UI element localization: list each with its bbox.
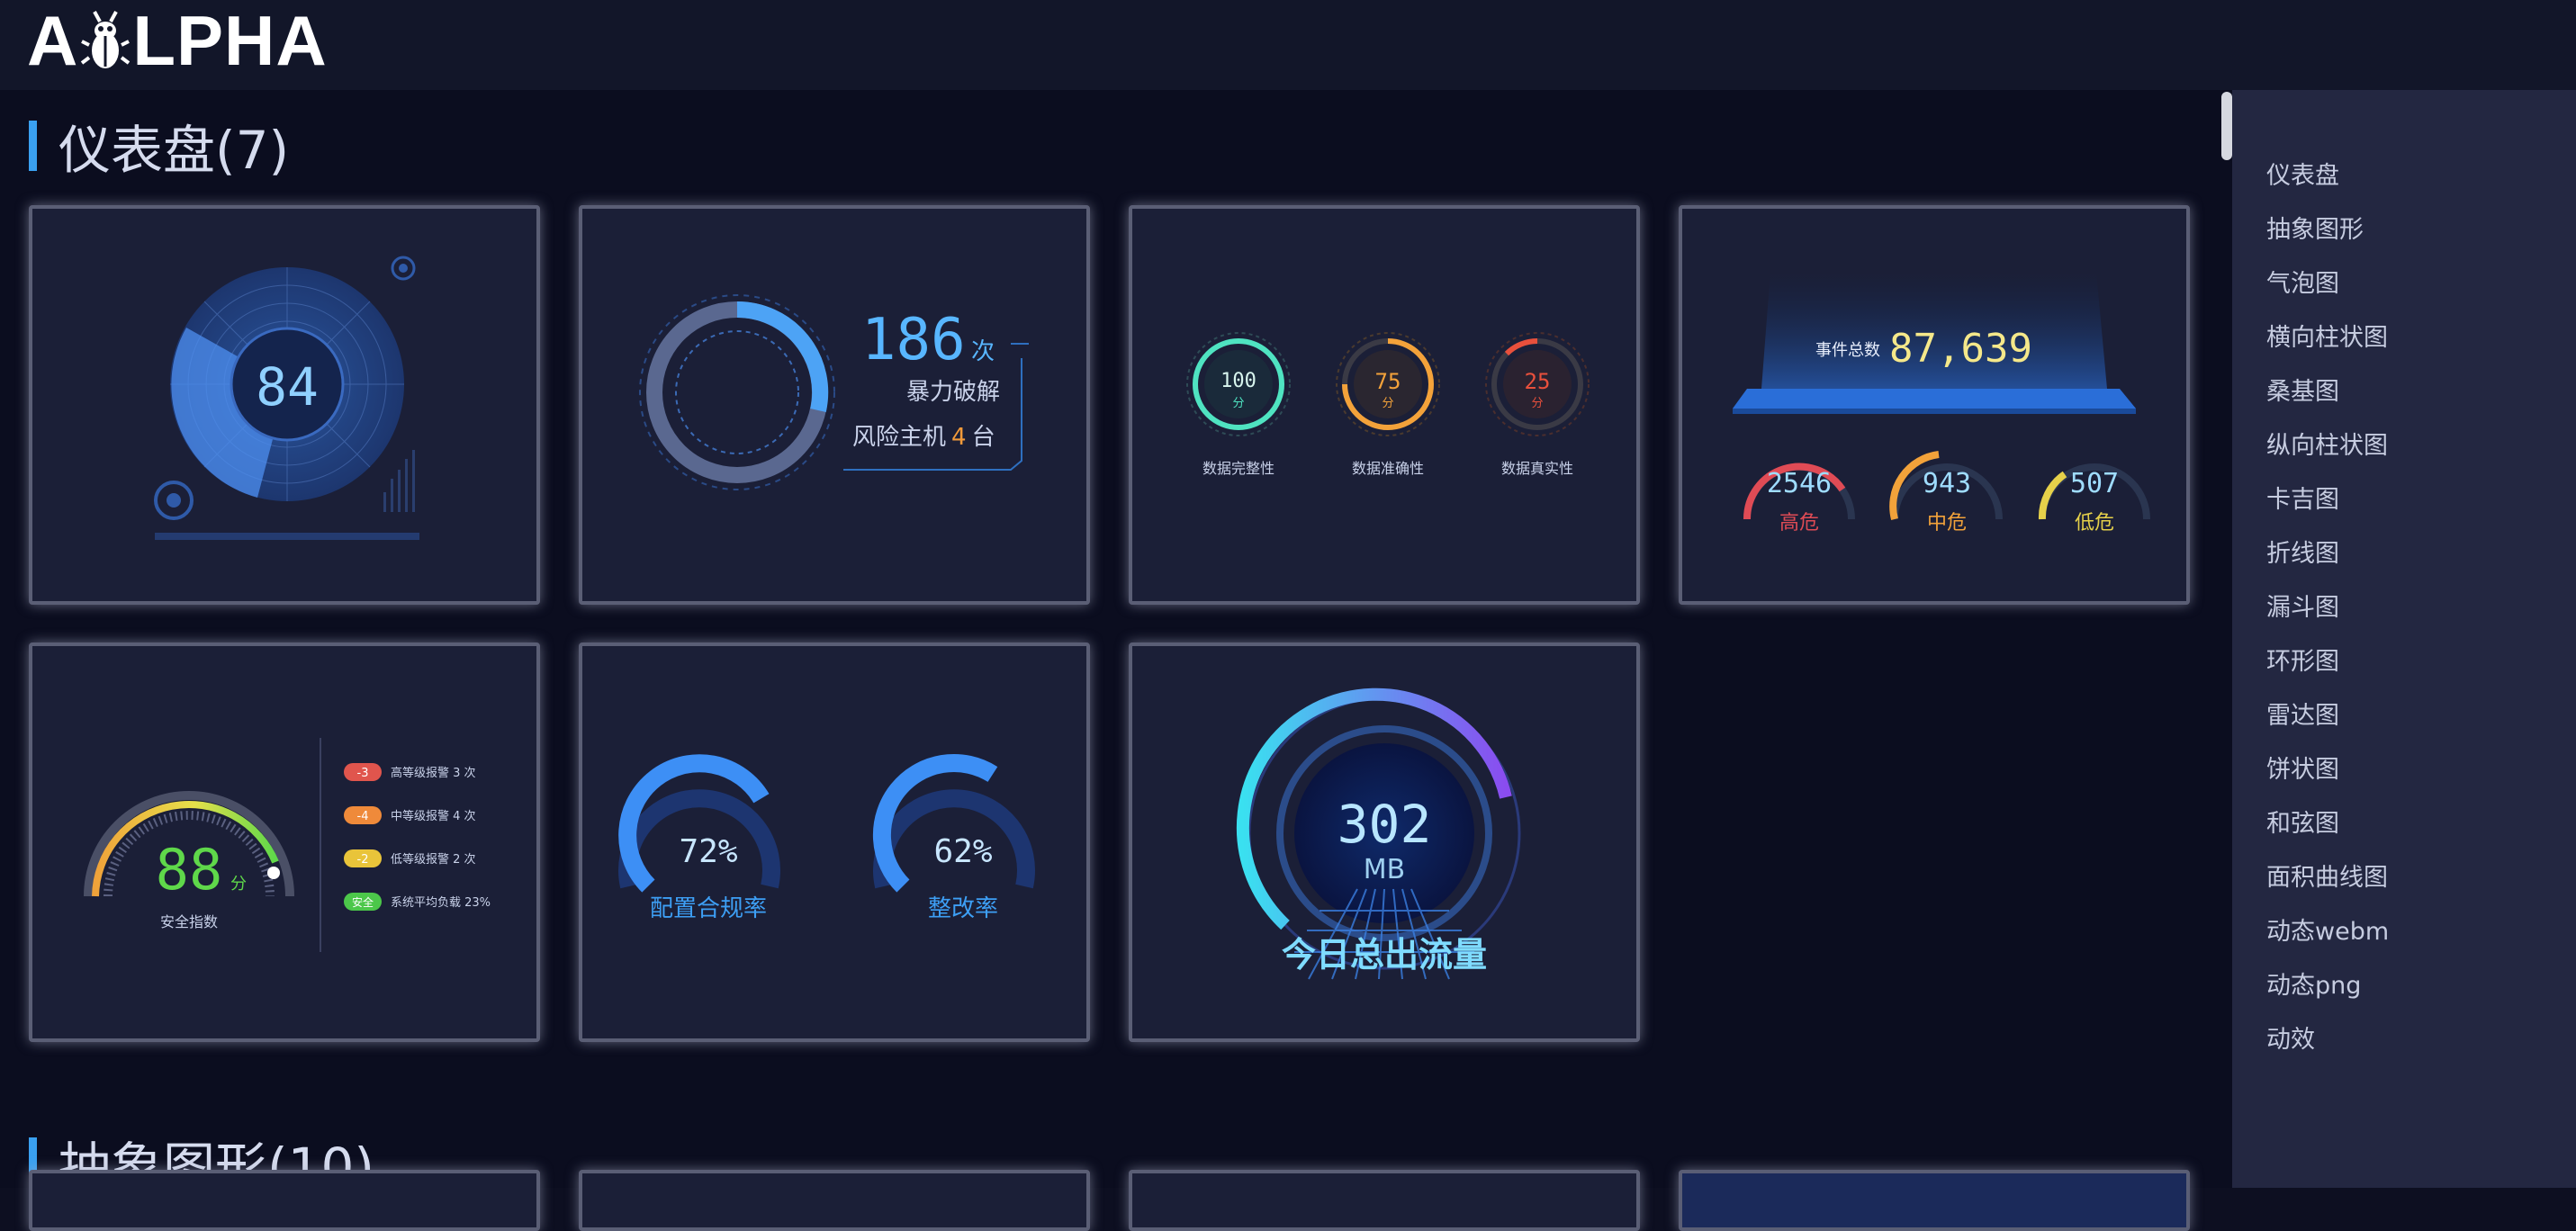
traffic-label: 今日总出流量 [1282, 935, 1487, 975]
svg-text:分: 分 [1531, 397, 1543, 410]
card-abstract-1[interactable] [29, 1170, 540, 1231]
sidebar-item[interactable]: 面积曲线图 [2266, 855, 2389, 909]
gauge-rectification: 62% 整改率 [872, 753, 1035, 922]
brute-force-unit: 次 [971, 338, 995, 365]
sidebar-item[interactable]: 动态png [2266, 963, 2389, 1017]
risk-host-prefix: 风险主机 [852, 424, 946, 451]
card-abstract-4[interactable] [1679, 1170, 2190, 1231]
card-brute-force[interactable]: 186 次 暴力破解 风险主机 4 台 [579, 205, 1090, 605]
sidebar-nav: 仪表盘 抽象图形 气泡图 横向柱状图 桑基图 纵向柱状图 卡吉图 折线图 漏斗图 环形图 雷达图 饼状… [2232, 90, 2576, 1188]
event-total-label: 事件总数 [1815, 341, 1880, 360]
svg-text:分: 分 [1382, 397, 1393, 410]
sidebar-item[interactable]: 动效 [2266, 1017, 2389, 1071]
event-total-value: 87,639 [1889, 326, 2032, 372]
sidebar-item[interactable]: 桑基图 [2266, 369, 2389, 423]
svg-text:高危: 高危 [1779, 512, 1819, 535]
svg-text:507: 507 [2070, 468, 2119, 499]
event-total-graphic: 事件总数 87,639 2546 高危 943 中危 507 低危 [1733, 272, 2150, 535]
svg-text:2546: 2546 [1767, 468, 1832, 499]
sidebar-item[interactable]: 气泡图 [2266, 261, 2389, 315]
card-compliance-rate[interactable]: 72% 配置合规率 62% 整改率 [579, 642, 1090, 1042]
risk-host-suffix: 台 [972, 424, 995, 451]
risk-host-count: 4 [951, 424, 967, 451]
svg-text:中等级报警 4 次: 中等级报警 4 次 [391, 809, 476, 823]
gauge-low-risk: 507 低危 [2038, 463, 2150, 535]
sidebar-list: 仪表盘 抽象图形 气泡图 横向柱状图 桑基图 纵向柱状图 卡吉图 折线图 漏斗图 环形图 雷达图 饼状… [2266, 153, 2389, 1071]
brute-force-count: 186 [861, 307, 966, 373]
svg-text:数据完整性: 数据完整性 [1202, 460, 1274, 477]
sidebar-item[interactable]: 环形图 [2266, 639, 2389, 693]
svg-text:整改率: 整改率 [928, 895, 998, 922]
card-event-total[interactable]: 事件总数 87,639 2546 高危 943 中危 507 低危 [1679, 205, 2190, 605]
svg-text:低等级报警 2 次: 低等级报警 2 次 [391, 852, 476, 867]
card-data-quality[interactable]: 100 分 数据完整性 75 分 数据准确性 25 分 数据真实性 [1129, 205, 1640, 605]
main-content: 仪表盘(7) 84 186 次 暴力破解 风险主机 4 台 100 分 数据完整… [0, 90, 2232, 1231]
svg-text:-2: -2 [357, 853, 369, 867]
security-score: 88 [156, 837, 223, 903]
card-abstract-3[interactable] [1129, 1170, 1640, 1231]
svg-text:配置合规率: 配置合规率 [650, 895, 767, 922]
traffic-graphic: 302 MB 今日总出流量 [1236, 687, 1521, 980]
security-index-graphic: 88 分 安全指数 -3 高等级报警 3 次 -4 中等级报警 4 次 -2 低… [84, 738, 491, 952]
gauge-integrity: 100 分 数据完整性 [1186, 332, 1291, 477]
logo-text: LPHA [132, 1, 328, 80]
svg-text:25: 25 [1525, 369, 1551, 394]
brute-force-label: 暴力破解 [906, 379, 1000, 406]
svg-text:系统平均负载 23%: 系统平均负载 23% [391, 896, 491, 910]
logo[interactable]: A LPHA [27, 2, 328, 79]
svg-text:62%: 62% [933, 833, 992, 870]
svg-text:72%: 72% [679, 833, 737, 870]
gauge-compliance: 72% 配置合规率 [618, 754, 780, 922]
sidebar-item[interactable]: 饼状图 [2266, 747, 2389, 801]
alert-list: -3 高等级报警 3 次 -4 中等级报警 4 次 -2 低等级报警 2 次 安… [344, 763, 491, 911]
svg-text:中危: 中危 [1927, 512, 1967, 535]
card-gauge-84[interactable]: 84 [29, 205, 540, 605]
svg-text:-3: -3 [357, 767, 369, 780]
sidebar-item[interactable]: 纵向柱状图 [2266, 423, 2389, 477]
section-title-dashboard: 仪表盘(7) [29, 117, 289, 181]
sidebar-item[interactable]: 和弦图 [2266, 801, 2389, 855]
svg-text:风险主机4台: 风险主机 4 台 [852, 424, 995, 451]
sidebar-item[interactable]: 折线图 [2266, 531, 2389, 585]
svg-text:安全: 安全 [352, 895, 374, 909]
svg-text:943: 943 [1923, 468, 1971, 499]
security-score-unit: 分 [230, 875, 247, 894]
gauge-high-risk: 2546 高危 [1743, 463, 1855, 535]
svg-text:100: 100 [1220, 370, 1256, 392]
gauge-84-value: 84 [256, 356, 319, 418]
svg-text:低危: 低危 [2075, 512, 2114, 535]
logo-letter-a: A [27, 1, 79, 80]
sidebar-item[interactable]: 漏斗图 [2266, 585, 2389, 639]
sidebar-item[interactable]: 卡吉图 [2266, 477, 2389, 531]
sidebar-item[interactable]: 仪表盘 [2266, 153, 2389, 207]
sidebar-item[interactable]: 横向柱状图 [2266, 315, 2389, 369]
sidebar-item[interactable]: 动态webm [2266, 909, 2389, 963]
section-accent-bar [29, 121, 37, 171]
card-security-index[interactable]: 88 分 安全指数 -3 高等级报警 3 次 -4 中等级报警 4 次 -2 低… [29, 642, 540, 1042]
svg-text:数据准确性: 数据准确性 [1352, 460, 1424, 477]
svg-text:分: 分 [1232, 397, 1244, 410]
svg-text:-4: -4 [357, 810, 369, 823]
brute-force-graphic: 186 次 暴力破解 风险主机 4 台 [639, 294, 1029, 490]
bug-icon [81, 11, 131, 68]
svg-text:高等级报警 3 次: 高等级报警 3 次 [391, 766, 476, 780]
data-quality-graphic: 100 分 数据完整性 75 分 数据准确性 25 分 数据真实性 [1186, 332, 1590, 477]
card-outbound-traffic[interactable]: 302 MB 今日总出流量 [1129, 642, 1640, 1042]
compliance-graphic: 72% 配置合规率 62% 整改率 [618, 753, 1035, 922]
top-bar: A LPHA [0, 0, 2576, 90]
traffic-unit: MB [1364, 854, 1405, 885]
scrollbar-thumb[interactable] [2221, 92, 2232, 160]
svg-text:75: 75 [1375, 369, 1401, 394]
sidebar-item[interactable]: 雷达图 [2266, 693, 2389, 747]
gauge-medium-risk: 943 中危 [1889, 451, 2003, 535]
svg-text:数据真实性: 数据真实性 [1501, 460, 1573, 477]
gauge-accuracy: 75 分 数据准确性 [1336, 332, 1440, 477]
traffic-value: 302 [1338, 794, 1432, 855]
gauge-authenticity: 25 分 数据真实性 [1485, 332, 1590, 477]
sidebar-item[interactable]: 抽象图形 [2266, 207, 2389, 261]
gauge-84-graphic: 84 [154, 256, 419, 540]
card-abstract-2[interactable] [579, 1170, 1090, 1231]
security-index-label: 安全指数 [160, 913, 218, 930]
